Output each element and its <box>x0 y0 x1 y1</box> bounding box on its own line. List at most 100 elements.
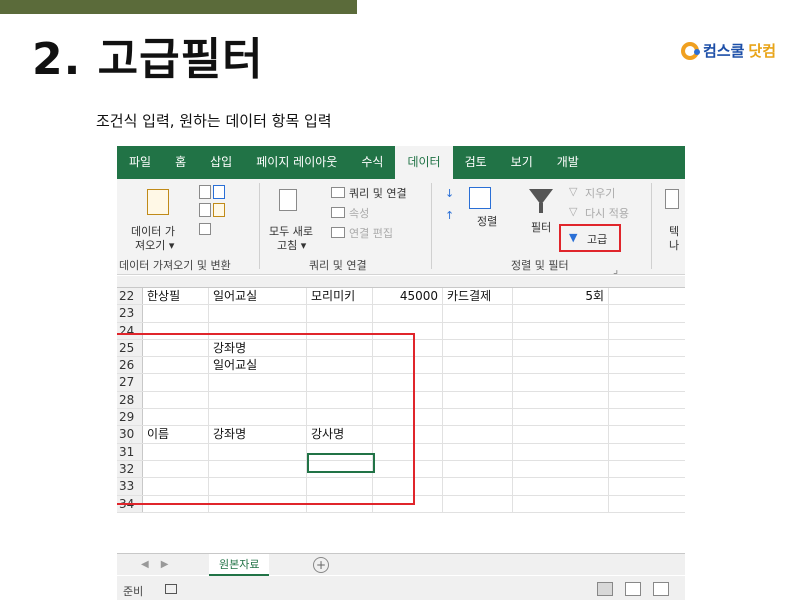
sort-dialog-icon[interactable] <box>469 187 491 209</box>
cell[interactable] <box>513 460 609 478</box>
normal-view-icon[interactable] <box>597 582 613 596</box>
cell[interactable]: 5회 <box>513 288 609 305</box>
text-csv-icon[interactable] <box>199 185 211 199</box>
cell[interactable] <box>307 305 373 322</box>
group-label-get-transform: 데이터 가져오기 및 변환 <box>119 259 231 272</box>
cell[interactable] <box>513 305 609 322</box>
cell[interactable] <box>513 478 609 495</box>
cell[interactable]: 일어교실 <box>209 288 307 305</box>
sort-descending-icon[interactable]: ↑ <box>445 209 454 222</box>
cell[interactable]: 45000 <box>373 288 443 305</box>
reapply-icon: ▽ <box>569 205 578 218</box>
tab-developer[interactable]: 개발 <box>545 146 591 179</box>
reapply-button[interactable]: 다시 적용 <box>585 205 629 221</box>
cell[interactable] <box>513 391 609 409</box>
slide-subtitle: 조건식 입력, 원하는 데이터 항목 입력 <box>96 112 332 130</box>
ribbon-separator <box>431 183 432 269</box>
filter-label: 필터 <box>531 221 552 234</box>
status-bar: 준비 <box>117 576 685 600</box>
text-to-columns-label-2: 나 <box>669 239 680 252</box>
sort-ascending-icon[interactable]: ↓ <box>445 187 454 200</box>
cell[interactable] <box>209 305 307 322</box>
cell[interactable] <box>513 495 609 512</box>
database-icon <box>147 189 169 215</box>
status-ready-text: 준비 <box>123 585 144 598</box>
cell[interactable] <box>513 443 609 460</box>
cell[interactable] <box>443 426 513 443</box>
recent-sources-icon[interactable] <box>213 203 225 217</box>
group-label-sort-filter: 정렬 및 필터 <box>511 259 569 272</box>
cell[interactable]: 한상필 <box>143 288 209 305</box>
brand-mark-icon <box>680 41 700 60</box>
ribbon-tab-bar: 파일 홈 삽입 페이지 레이아웃 수식 데이터 검토 보기 개발 <box>117 146 685 179</box>
from-web-icon[interactable] <box>213 185 225 199</box>
tab-review[interactable]: 검토 <box>453 146 499 179</box>
tab-insert[interactable]: 삽입 <box>198 146 244 179</box>
group-label-queries: 쿼리 및 연결 <box>309 259 367 272</box>
cell[interactable] <box>513 409 609 426</box>
clear-filter-icon: ▽ <box>569 185 578 198</box>
cell[interactable] <box>443 339 513 357</box>
sheet-tab-original-data[interactable]: 원본자료 <box>209 554 270 576</box>
ribbon-data: 데이터 가 져오기 ▾ 데이터 가져오기 및 변환 모두 새로 고침 ▾ 쿼리 … <box>117 179 685 276</box>
get-data-label-2: 져오기 ▾ <box>135 239 175 252</box>
dialog-launcher-icon[interactable]: ⌟ <box>613 263 618 276</box>
brand-name-part2: 닷컴 <box>748 42 776 60</box>
sheet-tab-bar: ◀▶ 원본자료 + <box>117 553 685 576</box>
add-sheet-icon[interactable]: + <box>313 557 329 573</box>
cell[interactable] <box>143 305 209 322</box>
cell[interactable]: 카드결제 <box>443 288 513 305</box>
cell[interactable] <box>443 478 513 495</box>
macro-record-icon[interactable] <box>165 584 177 594</box>
cell[interactable]: 모리미키 <box>307 288 373 305</box>
cell[interactable] <box>443 443 513 460</box>
advanced-highlight-box <box>559 224 621 252</box>
cell[interactable] <box>443 374 513 391</box>
from-table-icon[interactable] <box>199 203 211 217</box>
cell[interactable] <box>513 374 609 391</box>
cell[interactable] <box>443 305 513 322</box>
tab-file[interactable]: 파일 <box>117 146 163 179</box>
cell[interactable] <box>443 409 513 426</box>
cell[interactable] <box>443 357 513 374</box>
properties-label: 속성 <box>349 207 370 220</box>
sort-label[interactable]: 정렬 <box>477 213 497 229</box>
cell[interactable] <box>373 305 443 322</box>
row-header[interactable]: 23 <box>117 305 143 322</box>
cell[interactable] <box>443 391 513 409</box>
cell[interactable] <box>443 322 513 339</box>
cell[interactable] <box>513 426 609 443</box>
queries-icon <box>331 187 345 198</box>
cell[interactable] <box>513 339 609 357</box>
tab-page-layout[interactable]: 페이지 레이아웃 <box>244 146 349 179</box>
brand-logo: 컴스쿨 닷컴 <box>680 40 776 61</box>
cell[interactable] <box>513 322 609 339</box>
filter-funnel-stem <box>539 203 543 213</box>
edit-links-icon <box>331 227 345 238</box>
tab-formulas[interactable]: 수식 <box>349 146 395 179</box>
existing-connections-icon[interactable] <box>199 223 211 235</box>
tab-view[interactable]: 보기 <box>499 146 545 179</box>
cell[interactable] <box>443 495 513 512</box>
column-header-strip <box>117 276 685 288</box>
cell[interactable] <box>513 357 609 374</box>
criteria-range-highlight <box>117 333 415 505</box>
sheet-nav-arrows-icon[interactable]: ◀▶ <box>141 554 180 576</box>
slide-title: 2. 고급필터 <box>32 34 264 85</box>
excel-window: 파일 홈 삽입 페이지 레이아웃 수식 데이터 검토 보기 개발 데이터 가 져… <box>117 146 685 600</box>
cell[interactable] <box>443 460 513 478</box>
table-row: 23 <box>117 305 685 323</box>
page-layout-view-icon[interactable] <box>625 582 641 596</box>
refresh-all-label-2: 고침 ▾ <box>277 239 307 252</box>
text-to-columns-icon[interactable] <box>665 189 679 209</box>
clear-filter-button[interactable]: 지우기 <box>585 185 615 201</box>
page-break-view-icon[interactable] <box>653 582 669 596</box>
edit-links-label: 연결 편집 <box>349 227 393 240</box>
refresh-icon <box>279 189 297 211</box>
table-row: 22 한상필 일어교실 모리미키 45000 카드결제 5회 <box>117 288 685 306</box>
tab-data[interactable]: 데이터 <box>395 146 453 179</box>
tab-home[interactable]: 홈 <box>163 146 198 179</box>
properties-icon <box>331 207 345 218</box>
row-header[interactable]: 22 <box>117 288 143 305</box>
ribbon-separator <box>651 183 652 269</box>
